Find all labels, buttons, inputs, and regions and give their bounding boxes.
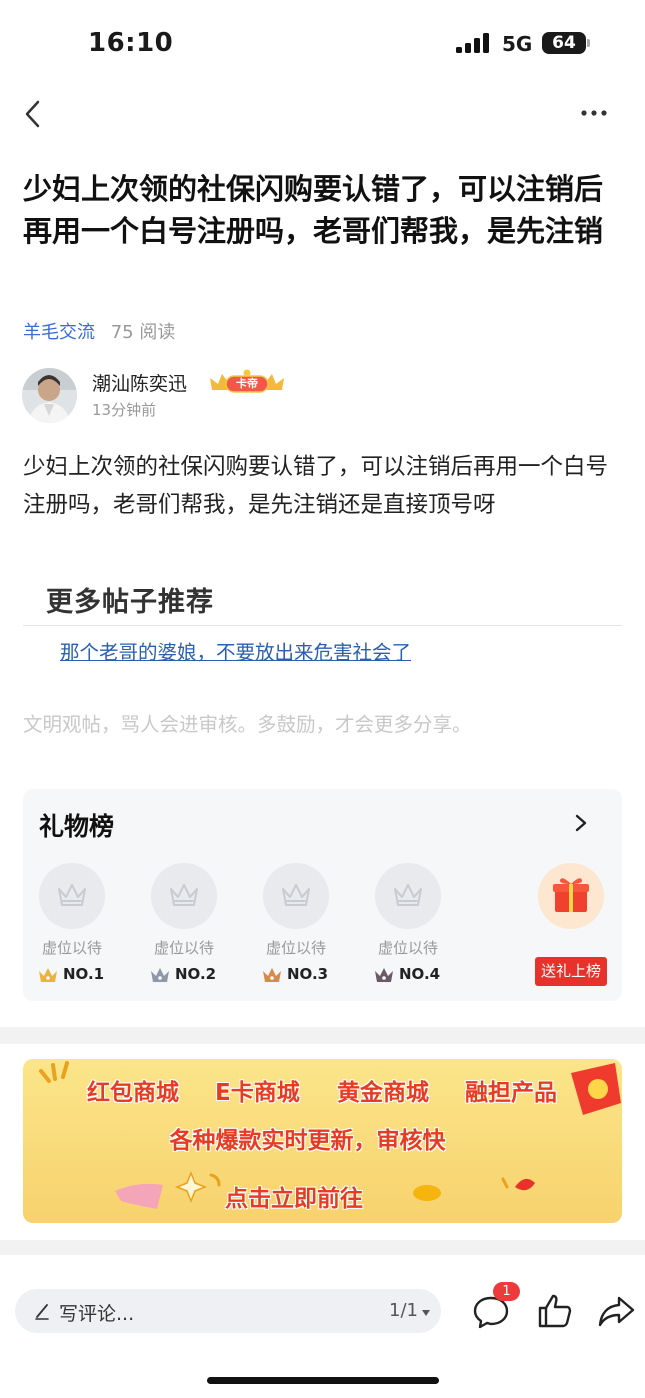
post-title: 少妇上次领的社保闪购要认错了，可以注销后再用一个白号注册吗，老哥们帮我，是先注销 <box>23 172 604 248</box>
section-divider <box>0 1240 645 1255</box>
comment-input[interactable]: 写评论... 1/1 <box>15 1289 441 1333</box>
signal-icon <box>456 33 492 53</box>
banner-item-ecard[interactable]: E卡商城 <box>215 1073 300 1107</box>
slot-label: 虚位以待 <box>377 939 438 957</box>
gift-box-icon <box>553 878 589 912</box>
gift-slot-1[interactable]: 虚位以待 NO.1 <box>32 863 112 993</box>
civility-note: 文明观帖，骂人会进审核。多鼓励，才会更多分享。 <box>23 713 472 736</box>
gift-slot-4[interactable]: 虚位以待 NO.4 <box>368 863 448 993</box>
rank-label: NO.3 <box>262 965 328 987</box>
share-button[interactable] <box>597 1292 635 1330</box>
rank-text: NO.4 <box>399 965 441 983</box>
banner-subtitle: 各种爆款实时更新，审核快 <box>169 1128 446 1154</box>
chevron-right-icon <box>575 814 587 832</box>
banner-item-hongbao[interactable]: 红包商城 <box>87 1073 179 1107</box>
gift-slot-3[interactable]: 虚位以待 NO.3 <box>256 863 336 993</box>
share-arrow-icon <box>598 1296 635 1327</box>
crown-gold-icon <box>39 968 57 982</box>
slot-label: 虚位以待 <box>153 939 214 957</box>
battery-tip <box>587 39 590 47</box>
rank-text: NO.3 <box>287 965 329 983</box>
recommended-post-link[interactable]: 那个老哥的婆娘，不要放出来危害社会了 <box>60 636 411 665</box>
status-bar: 16:10 5G 64 <box>0 0 645 90</box>
comment-page-indicator[interactable]: 1/1 <box>389 1300 418 1321</box>
more-button[interactable] <box>576 98 612 128</box>
rank-text: NO.1 <box>63 965 105 983</box>
empty-slot-avatar <box>151 863 217 929</box>
author-name[interactable]: 潮汕陈奕迅 <box>92 369 187 396</box>
crown-bronze-icon <box>263 968 281 982</box>
section-divider <box>0 1027 645 1044</box>
network-type: 5G <box>502 32 533 56</box>
empty-slot-avatar <box>375 863 441 929</box>
rank-label: NO.2 <box>150 965 216 987</box>
send-gift-button[interactable]: 送礼上榜 <box>535 957 607 986</box>
more-dots-icon <box>581 110 607 116</box>
crown-dark-icon <box>375 968 393 982</box>
banner-categories: 红包商城 E卡商城 黄金商城 融担产品 <box>23 1073 622 1106</box>
comment-count-badge: 1 <box>493 1282 520 1301</box>
channel-link[interactable]: 羊毛交流 <box>23 322 95 343</box>
avatar-image <box>22 368 77 423</box>
more-posts-heading: 更多帖子推荐 <box>46 587 214 618</box>
slot-label: 虚位以待 <box>41 939 102 957</box>
empty-slot-avatar <box>263 863 329 929</box>
gift-button[interactable] <box>538 863 604 929</box>
caret-down-icon <box>422 1310 430 1316</box>
pencil-icon <box>35 1304 49 1320</box>
read-count: 75 阅读 <box>110 322 176 343</box>
status-time: 16:10 <box>88 28 174 58</box>
chevron-left-icon <box>25 100 40 128</box>
comment-placeholder: 写评论... <box>59 1303 135 1325</box>
crown-outline-icon <box>282 884 310 906</box>
banner-cta[interactable]: 点击立即前往 <box>225 1179 363 1213</box>
gift-board-more-button[interactable] <box>571 811 591 835</box>
gift-board: 礼物榜 虚位以待 NO.1 虚位以待 NO.2 虚位以待 NO.3 虚位以待 N… <box>23 789 622 1001</box>
author-badge: 卡帝 <box>208 368 286 394</box>
author-avatar[interactable] <box>22 368 77 423</box>
banner-item-gold[interactable]: 黄金商城 <box>337 1073 429 1107</box>
promo-banner[interactable]: 红包商城 E卡商城 黄金商城 融担产品 各种爆款实时更新，审核快 点击立即前往 <box>23 1059 622 1223</box>
author-badge-label: 卡帝 <box>236 377 258 390</box>
crown-outline-icon <box>58 884 86 906</box>
gift-slot-2[interactable]: 虚位以待 NO.2 <box>144 863 224 993</box>
crown-silver-icon <box>151 968 169 982</box>
post-time: 13分钟前 <box>92 401 157 419</box>
gift-board-title: 礼物榜 <box>39 812 115 841</box>
post-meta: 羊毛交流 75 阅读 <box>23 318 175 344</box>
rank-text: NO.2 <box>175 965 217 983</box>
empty-slot-avatar <box>39 863 105 929</box>
back-button[interactable] <box>18 94 52 134</box>
post-body: 少妇上次领的社保闪购要认错了，可以注销后再用一个白号注册吗，老哥们帮我，是先注销… <box>23 454 609 518</box>
banner-item-rongdan[interactable]: 融担产品 <box>465 1073 557 1107</box>
battery-icon: 64 <box>542 32 586 54</box>
divider <box>23 625 622 626</box>
rank-label: NO.1 <box>38 965 104 987</box>
like-button[interactable] <box>536 1292 574 1330</box>
rank-label: NO.4 <box>374 965 440 987</box>
crown-outline-icon <box>170 884 198 906</box>
thumbs-up-icon <box>538 1294 572 1328</box>
crown-outline-icon <box>394 884 422 906</box>
home-indicator <box>207 1377 439 1384</box>
slot-label: 虚位以待 <box>265 939 326 957</box>
